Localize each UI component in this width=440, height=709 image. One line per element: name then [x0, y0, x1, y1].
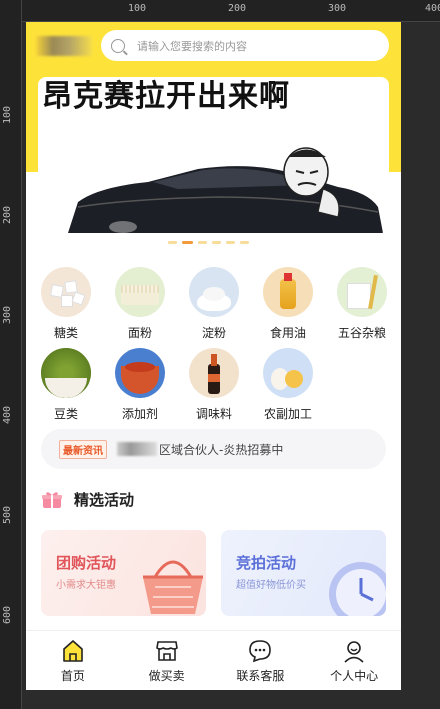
category-flour[interactable]: 面粉 [110, 267, 170, 341]
category-label: 农副加工 [263, 407, 312, 421]
carousel-dot[interactable] [226, 241, 235, 244]
category-label: 食用油 [269, 326, 306, 340]
tab-home[interactable]: 首页 [26, 631, 120, 690]
tab-label: 联系客服 [236, 669, 285, 683]
category-additive[interactable]: 添加剂 [110, 348, 170, 422]
ruler-mark: 100 [2, 105, 13, 124]
news-ticker[interactable]: 最新资讯 区域合伙人-炎热招募中 [41, 429, 386, 469]
chat-icon [248, 639, 272, 663]
bean-icon [41, 348, 91, 398]
carousel-dot-active[interactable] [182, 241, 193, 244]
ruler-mark: 200 [228, 3, 247, 14]
section-title: 精选活动 [74, 491, 135, 509]
category-produce[interactable]: 农副加工 [258, 348, 318, 422]
carousel-indicator[interactable] [168, 241, 249, 244]
category-label: 糖类 [53, 326, 78, 340]
category-seasoning[interactable]: 调味料 [184, 348, 244, 422]
tab-trade[interactable]: 做买卖 [120, 631, 214, 690]
ruler-mark: 600 [2, 605, 13, 624]
bottom-tab-bar: 首页 做买卖 联系客服 个人中心 [26, 630, 401, 690]
starch-icon [189, 267, 239, 317]
carousel-dot[interactable] [240, 241, 249, 244]
egg-produce-icon [263, 348, 313, 398]
car-image [68, 147, 383, 233]
basket-icon [143, 560, 203, 614]
category-label: 淀粉 [201, 326, 226, 340]
ruler-mark: 300 [328, 3, 347, 14]
additive-icon [115, 348, 165, 398]
store-icon [155, 639, 179, 663]
app-logo [36, 36, 92, 56]
card-title: 竞拍活动 [236, 554, 297, 572]
category-beans[interactable]: 豆类 [36, 348, 96, 422]
tab-label: 首页 [60, 669, 85, 683]
ruler-top: 100 200 300 400 [0, 0, 440, 22]
grain-icon [337, 267, 387, 317]
ruler-mark: 400 [2, 405, 13, 424]
cooking-oil-icon [263, 267, 313, 317]
card-subtitle: 小需求大钜惠 [56, 580, 116, 591]
search-input[interactable]: 请输入您要搜索的内容 [101, 30, 389, 61]
search-icon [111, 38, 125, 53]
category-label: 豆类 [53, 407, 78, 421]
tab-label: 个人中心 [330, 669, 379, 683]
carousel-dot[interactable] [168, 241, 177, 244]
seasoning-icon [189, 348, 239, 398]
gift-icon [42, 491, 62, 509]
category-oil[interactable]: 食用油 [258, 267, 318, 341]
ruler-mark: 500 [2, 505, 13, 524]
auction-card[interactable]: 竞拍活动 超值好物低价买 [221, 530, 386, 616]
category-sugar[interactable]: 糖类 [36, 267, 96, 341]
ruler-left: 100 200 300 400 500 600 [0, 0, 22, 709]
category-label: 添加剂 [121, 407, 158, 421]
news-text: 区域合伙人-炎热招募中 [159, 442, 284, 457]
sugar-icon [41, 267, 91, 317]
promo-banner[interactable]: 昂克赛拉开出来啊 [38, 77, 389, 233]
flour-noodle-icon [115, 267, 165, 317]
tab-profile[interactable]: 个人中心 [307, 631, 401, 690]
clock-icon [329, 562, 386, 616]
news-region-blurred [117, 442, 157, 456]
category-starch[interactable]: 淀粉 [184, 267, 244, 341]
category-label: 面粉 [127, 326, 152, 340]
category-label: 调味料 [195, 407, 232, 421]
user-icon [342, 639, 366, 663]
group-buy-card[interactable]: 团购活动 小需求大钜惠 [41, 530, 206, 616]
ruler-mark: 400 [425, 3, 440, 14]
section-header: 精选活动 [42, 489, 134, 510]
category-label: 五谷杂粮 [337, 326, 386, 340]
ruler-mark: 200 [2, 205, 13, 224]
category-grain[interactable]: 五谷杂粮 [332, 267, 392, 341]
carousel-dot[interactable] [212, 241, 221, 244]
news-tag-badge: 最新资讯 [59, 439, 107, 459]
ruler-mark: 300 [2, 305, 13, 324]
tab-label: 做买卖 [148, 669, 185, 683]
tab-support[interactable]: 联系客服 [214, 631, 308, 690]
carousel-dot[interactable] [198, 241, 207, 244]
card-title: 团购活动 [56, 554, 117, 572]
card-subtitle: 超值好物低价买 [236, 580, 306, 591]
home-icon [61, 639, 85, 663]
phone-screen: 请输入您要搜索的内容 昂克赛拉开出来啊 糖类 面粉 淀粉 食用油 五谷杂粮 豆类… [26, 22, 401, 690]
ruler-mark: 100 [128, 3, 147, 14]
search-placeholder: 请输入您要搜索的内容 [137, 39, 247, 53]
